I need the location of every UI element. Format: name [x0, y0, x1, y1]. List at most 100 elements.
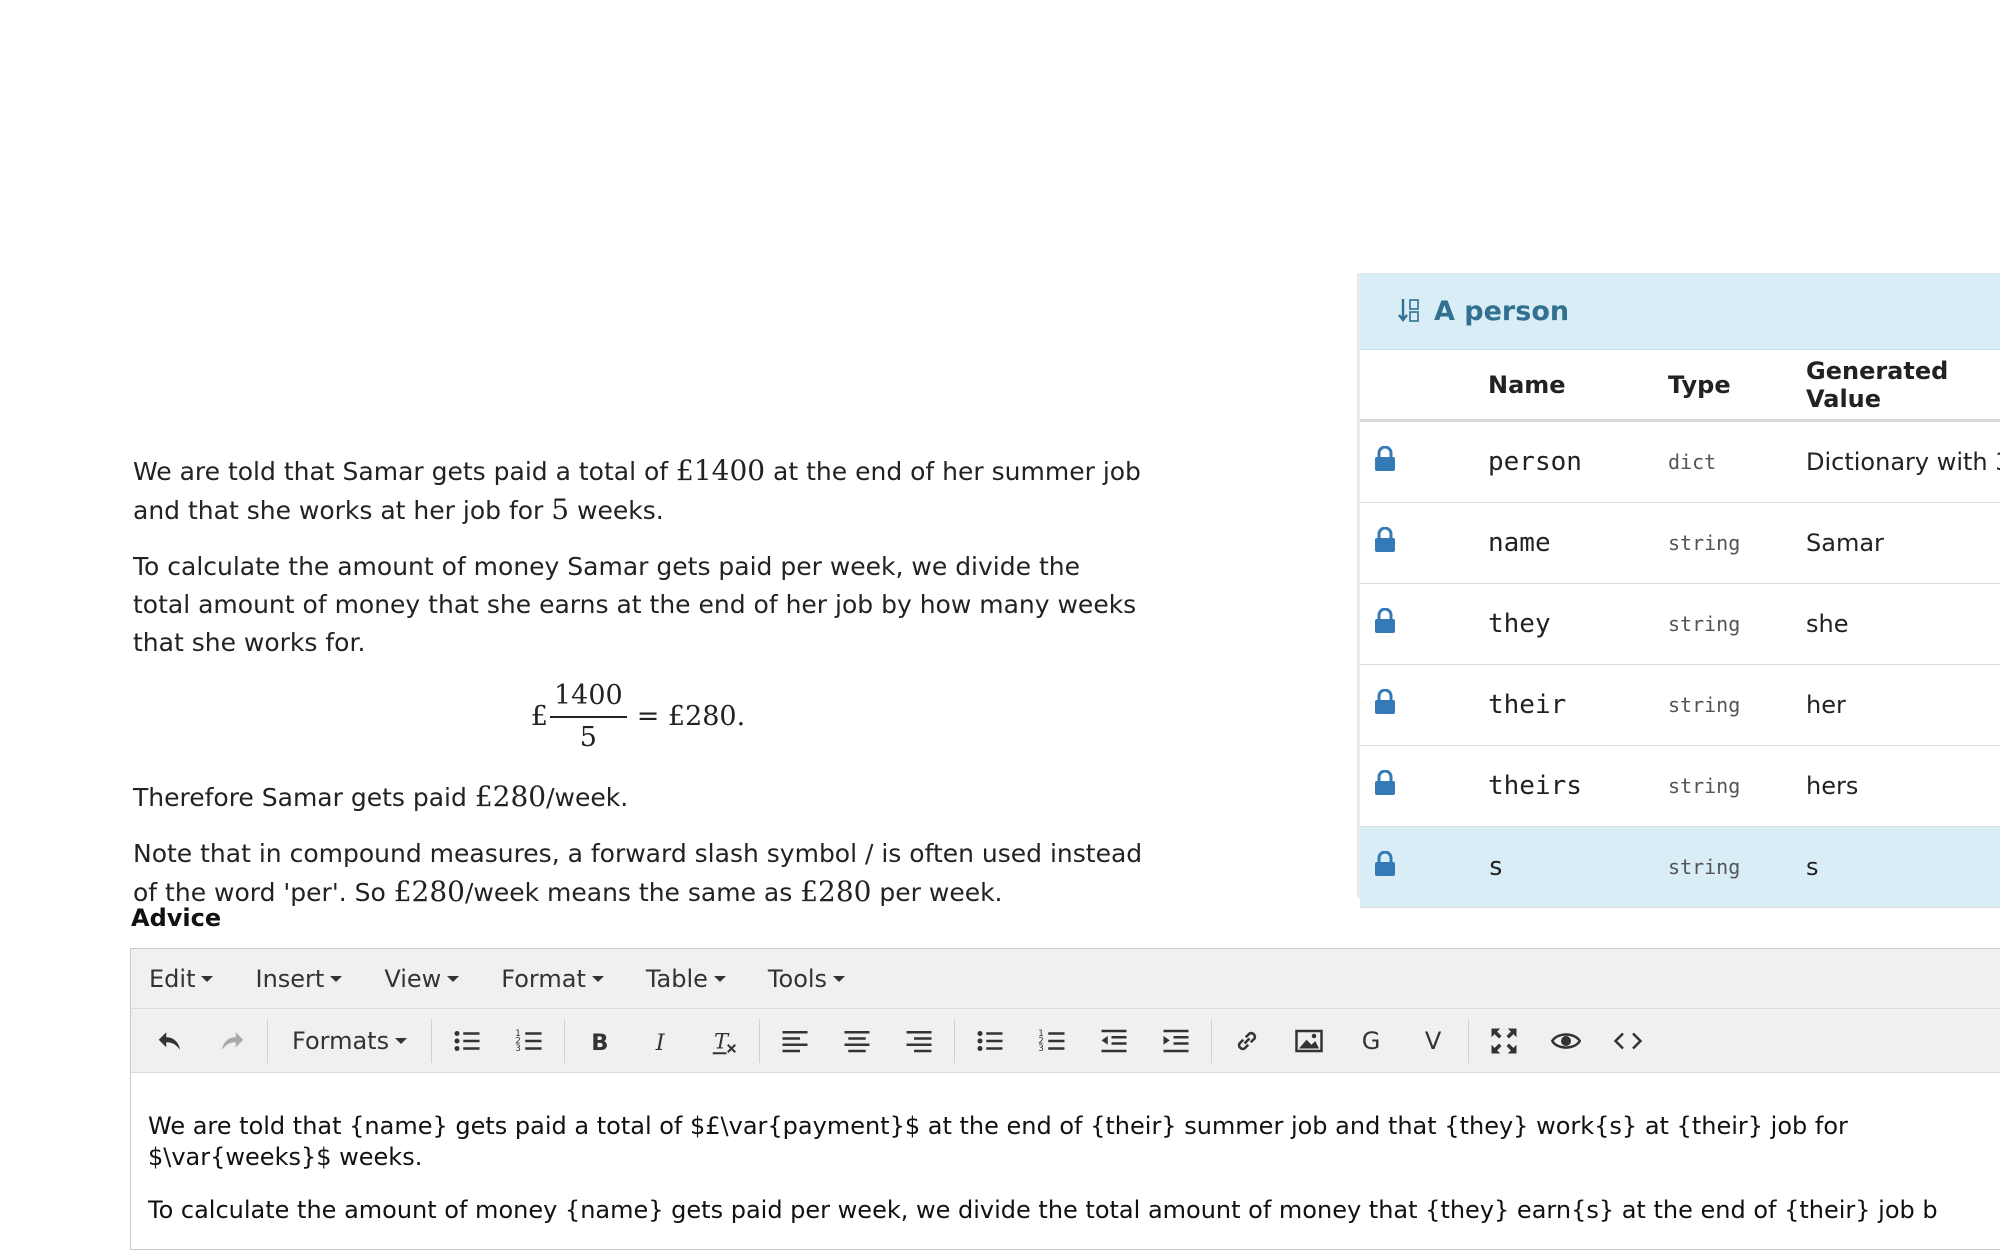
- value-column-header[interactable]: Generated Value: [1805, 350, 2000, 422]
- editor-paragraph: We are told that {name} gets paid a tota…: [148, 1111, 1994, 1173]
- table-row[interactable]: theirs string hers: [1360, 745, 2000, 827]
- menu-label: Edit: [149, 964, 196, 993]
- advice-editor: Edit Insert View Format Table Tools Form…: [130, 948, 2000, 1250]
- lock-cell[interactable]: [1360, 502, 1487, 584]
- bold-button[interactable]: B: [576, 1017, 624, 1065]
- table-row[interactable]: they string she: [1360, 583, 2000, 665]
- menu-tools[interactable]: Tools: [760, 965, 846, 993]
- fullscreen-button[interactable]: [1480, 1017, 1528, 1065]
- code-icon: [1613, 1032, 1643, 1049]
- image-icon: [1295, 1029, 1323, 1052]
- insert-link-button[interactable]: [1223, 1017, 1271, 1065]
- variable-type: string: [1667, 502, 1805, 584]
- lock-cell[interactable]: [1360, 420, 1487, 503]
- bullet-list-icon: [977, 1030, 1003, 1051]
- table-row[interactable]: person dict Dictionary with 3: [1360, 420, 2000, 503]
- editor-content-area[interactable]: We are told that {name} gets paid a tota…: [131, 1073, 2000, 1226]
- menu-view[interactable]: View: [376, 965, 460, 993]
- italic-icon: I: [655, 1029, 666, 1055]
- caret-down-icon: [591, 975, 604, 982]
- source-code-button[interactable]: [1604, 1017, 1652, 1065]
- lock-icon: [1375, 688, 1395, 714]
- toolbar-separator: [759, 1018, 761, 1063]
- variable-value: she: [1805, 583, 2000, 665]
- variable-value: hers: [1805, 745, 2000, 827]
- align-left-button[interactable]: [771, 1017, 819, 1065]
- preview-paragraph-2: To calculate the amount of money Samar g…: [133, 552, 1137, 657]
- menu-label: Insert: [255, 964, 325, 993]
- gapfill-button[interactable]: G: [1347, 1017, 1395, 1065]
- name-column-header[interactable]: Name: [1487, 350, 1667, 422]
- align-left-icon: [782, 1030, 808, 1052]
- menu-table[interactable]: Table: [638, 965, 726, 993]
- menu-label: Table: [645, 964, 708, 993]
- lock-cell[interactable]: [1360, 664, 1487, 746]
- align-center-button[interactable]: [833, 1017, 881, 1065]
- align-right-button[interactable]: [895, 1017, 943, 1065]
- redo-button[interactable]: [208, 1017, 256, 1065]
- menu-insert[interactable]: Insert: [247, 964, 343, 993]
- bullet-list-button[interactable]: [443, 1017, 491, 1065]
- italic-button[interactable]: I: [638, 1017, 686, 1065]
- svg-text:3: 3: [1038, 1044, 1044, 1054]
- svg-text:B: B: [591, 1029, 608, 1055]
- lock-cell[interactable]: [1360, 583, 1487, 665]
- editor-menubar: Edit Insert View Format Table Tools: [131, 949, 2000, 1009]
- eq-suffix: = £280.: [636, 701, 746, 732]
- advice-label: Advice: [131, 904, 222, 932]
- numbered-list-icon: 123: [1038, 1029, 1065, 1054]
- clear-formatting-icon: T: [712, 1029, 737, 1054]
- menu-format[interactable]: Format: [493, 965, 604, 993]
- lock-cell[interactable]: [1360, 826, 1487, 908]
- preview-button[interactable]: [1542, 1017, 1590, 1065]
- variable-name: their: [1487, 664, 1667, 746]
- fraction-numerator: 1400: [549, 680, 627, 718]
- numbered-list-button[interactable]: 123: [505, 1017, 553, 1065]
- text: Therefore Samar gets paid: [133, 783, 475, 812]
- variable-name: name: [1487, 502, 1667, 584]
- svg-text:3: 3: [515, 1044, 521, 1054]
- preview-paragraph-3: Therefore Samar gets paid £280/week.: [133, 778, 1143, 817]
- math-result: £280: [800, 875, 872, 908]
- variable-button[interactable]: V: [1409, 1017, 1457, 1065]
- indent-icon: [1163, 1029, 1189, 1052]
- variable-group-header[interactable]: A person: [1360, 273, 2000, 350]
- eye-icon: [1551, 1032, 1582, 1049]
- caret-down-icon: [330, 975, 343, 982]
- eq-prefix: £: [530, 701, 548, 732]
- insert-image-button[interactable]: [1285, 1017, 1333, 1065]
- table-row[interactable]: name string Samar: [1360, 502, 2000, 584]
- indent-button[interactable]: [1152, 1017, 1200, 1065]
- variable-group-title: A person: [1434, 295, 1570, 327]
- editor-line: $\var{weeks}$ weeks.: [148, 1143, 423, 1171]
- clear-formatting-button[interactable]: T: [700, 1017, 748, 1065]
- lock-icon: [1375, 769, 1395, 795]
- table-row-selected[interactable]: s string s: [1360, 826, 2000, 908]
- fullscreen-icon: [1491, 1028, 1517, 1053]
- lock-cell[interactable]: [1360, 745, 1487, 827]
- toolbar-separator: [1211, 1018, 1213, 1063]
- toolbar-separator: [1468, 1018, 1470, 1063]
- variable-value: s: [1805, 826, 2000, 908]
- toolbar-separator: [431, 1018, 433, 1063]
- math-payment: £1400: [676, 454, 766, 487]
- variables-panel: A person Name Type Generated Value perso…: [1357, 273, 2000, 908]
- table-row[interactable]: their string her: [1360, 664, 2000, 746]
- toolbar-separator: [954, 1018, 956, 1063]
- preview-paragraph-1: We are told that Samar gets paid a total…: [133, 452, 1143, 530]
- menu-edit[interactable]: Edit: [141, 964, 214, 993]
- formats-label: Formats: [292, 1026, 390, 1055]
- toolbar-separator: [564, 1018, 566, 1063]
- outdent-button[interactable]: [1090, 1017, 1138, 1065]
- bullet-list-2-button[interactable]: [966, 1017, 1014, 1065]
- formats-dropdown[interactable]: Formats: [272, 1027, 427, 1055]
- display-equation: £ 1400 5 = £280.: [133, 680, 1143, 754]
- variable-type: string: [1667, 826, 1805, 908]
- type-column-header[interactable]: Type: [1667, 350, 1805, 422]
- numbered-list-2-button[interactable]: 123: [1028, 1017, 1076, 1065]
- outdent-icon: [1101, 1029, 1127, 1052]
- bold-icon: B: [591, 1029, 608, 1055]
- undo-button[interactable]: [146, 1017, 194, 1065]
- editor-line: We are told that {name} gets paid a tota…: [148, 1112, 1848, 1140]
- variable-type: string: [1667, 664, 1805, 746]
